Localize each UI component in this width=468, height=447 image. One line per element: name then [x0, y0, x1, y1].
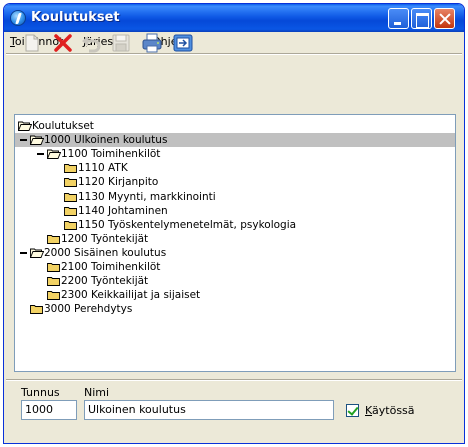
- export-icon[interactable]: [172, 32, 194, 54]
- print-icon[interactable]: [141, 32, 163, 54]
- close-button[interactable]: [434, 8, 455, 29]
- tree-node[interactable]: 1110 ATK: [15, 161, 455, 175]
- tree-node[interactable]: 1100 Toimihenkilöt: [15, 147, 455, 161]
- nimi-label: Nimi: [84, 386, 110, 399]
- open-folder-icon: [47, 149, 61, 160]
- open-folder-icon: [30, 135, 44, 146]
- tree-node[interactable]: 1140 Johtaminen: [15, 204, 455, 218]
- tree-node[interactable]: 2000 Sisäinen koulutus: [15, 246, 455, 260]
- tree-node[interactable]: 1200 Työntekijät: [15, 232, 455, 246]
- folder-icon: [47, 277, 60, 287]
- undo-arrow-icon[interactable]: [80, 32, 102, 54]
- tunnus-label: Tunnus: [21, 386, 60, 399]
- minimize-button[interactable]: [388, 8, 409, 29]
- tree-node-label: Koulutukset: [32, 120, 94, 132]
- main-window: Koulutukset Toiminnot Järjestys Ohje K: [3, 3, 465, 444]
- folder-icon: [47, 263, 60, 272]
- tree-node-label: 1140 Johtaminen: [78, 204, 168, 217]
- folder-icon: [47, 234, 60, 244]
- tree-node[interactable]: 2200 Työntekijät: [15, 274, 455, 288]
- maximize-button[interactable]: [411, 8, 432, 29]
- tree-node-label: 2100 Toimihenkilöt: [61, 261, 161, 273]
- save-floppy-icon[interactable]: [110, 32, 132, 54]
- folder-icon: [64, 220, 77, 230]
- tree-node-label: 2200 Työntekijät: [61, 275, 149, 288]
- folder-icon: [64, 178, 77, 188]
- tree-node-label: 1120 Kirjanpito: [78, 176, 159, 189]
- delete-x-icon[interactable]: [52, 32, 74, 54]
- form-divider: [6, 379, 462, 381]
- folder-icon: [64, 206, 77, 216]
- open-folder-icon: [30, 248, 44, 258]
- tree-node-label: 3000 Perehdytys: [44, 303, 133, 316]
- tree-node[interactable]: 2300 Keikkailijat ja sijaiset: [15, 288, 455, 302]
- toolbar-divider: [6, 53, 462, 55]
- tree-node[interactable]: 3000 Perehdytys: [15, 302, 455, 316]
- tree-node[interactable]: 1150 Työskentelymenetelmät, psykologia: [15, 218, 455, 232]
- tree-node-label: 1110 ATK: [78, 162, 128, 175]
- tunnus-field[interactable]: 1000: [21, 400, 77, 420]
- tree-node-label: 1100 Toimihenkilöt: [61, 148, 161, 161]
- collapse-icon[interactable]: [37, 153, 44, 156]
- tree-node-label: 1150 Työskentelymenetelmät, psykologia: [78, 218, 297, 231]
- tree-node-label: 1000 Ulkoinen koulutus: [44, 134, 168, 147]
- tree-node[interactable]: 1120 Kirjanpito: [15, 175, 455, 189]
- tree-node-label: 2000 Sisäinen koulutus: [44, 246, 167, 259]
- new-document-icon[interactable]: [21, 32, 43, 54]
- nimi-field[interactable]: Ulkoinen koulutus: [84, 400, 334, 420]
- collapse-icon[interactable]: [20, 251, 27, 254]
- title-bar[interactable]: Koulutukset: [4, 4, 464, 32]
- tree-node[interactable]: 2100 Toimihenkilöt: [15, 260, 455, 274]
- tree-node-label: 2300 Keikkailijat ja sijaiset: [61, 289, 201, 302]
- kaytossa-checkbox[interactable]: [346, 404, 359, 417]
- folder-icon: [30, 305, 43, 315]
- course-tree[interactable]: Koulutukset 1000 Ulkoinen koulutus 1100 To…: [14, 114, 456, 372]
- open-folder-icon: [18, 121, 32, 131]
- tree-node-label: 1130 Myynti, markkinointi: [78, 190, 216, 203]
- folder-icon: [64, 192, 77, 202]
- tree-node[interactable]: 1000 Ulkoinen koulutus: [15, 133, 455, 148]
- app-icon: [10, 10, 26, 26]
- tree-node[interactable]: 1130 Myynti, markkinointi: [15, 190, 455, 204]
- collapse-icon[interactable]: [20, 139, 27, 142]
- folder-icon: [47, 291, 60, 301]
- tree-node-label: 1200 Työntekijät: [61, 232, 149, 245]
- window-title: Koulutukset: [31, 10, 120, 25]
- folder-icon: [64, 164, 77, 174]
- tree-root[interactable]: Koulutukset: [15, 119, 455, 133]
- kaytossa-label[interactable]: Käytössä: [365, 404, 415, 417]
